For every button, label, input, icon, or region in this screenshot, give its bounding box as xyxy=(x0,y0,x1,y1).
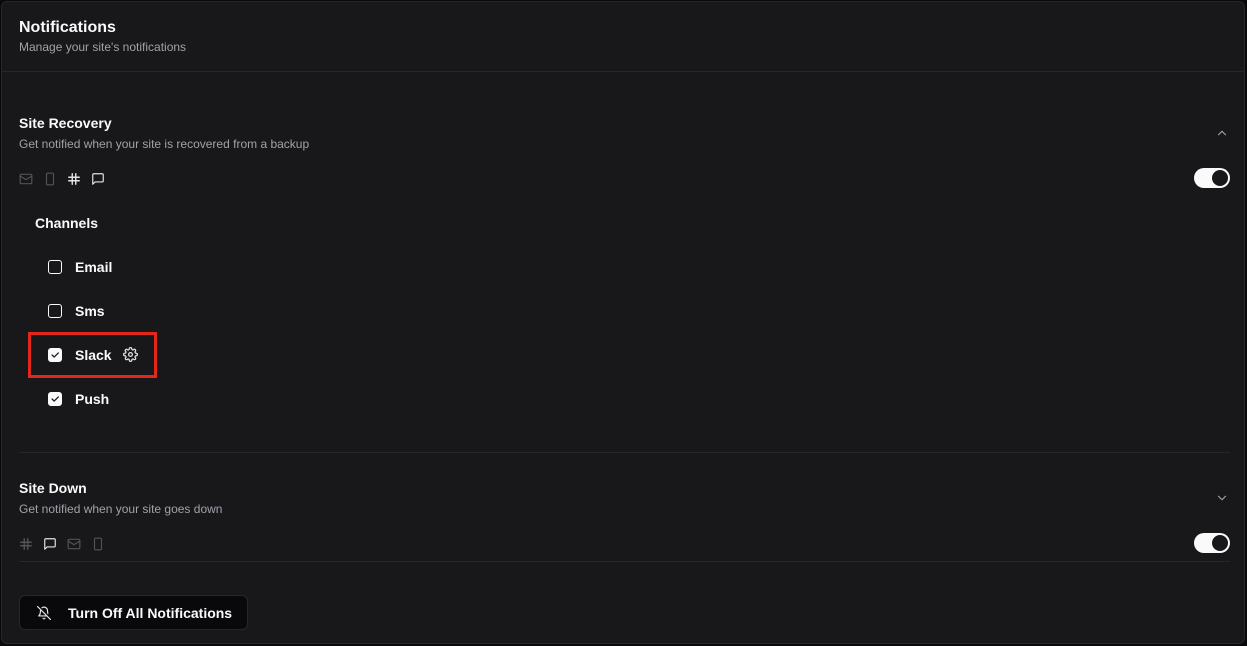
slack-icon xyxy=(67,172,81,186)
message-icon xyxy=(91,172,105,186)
phone-icon xyxy=(43,172,57,186)
sms-checkbox[interactable] xyxy=(48,304,62,318)
section-divider xyxy=(19,452,1230,453)
chevron-down-icon[interactable] xyxy=(1215,491,1229,505)
slack-checkbox[interactable] xyxy=(48,348,62,362)
phone-icon xyxy=(91,537,105,551)
chevron-up-icon[interactable] xyxy=(1215,126,1229,140)
toggle-knob xyxy=(1212,535,1228,551)
slack-channel-label: Slack xyxy=(75,347,112,363)
toggle-knob xyxy=(1212,170,1228,186)
section-title-site-down: Site Down xyxy=(19,480,87,496)
turn-off-all-notifications-button[interactable]: Turn Off All Notifications xyxy=(19,595,248,630)
header-divider xyxy=(2,71,1244,72)
email-channel-label: Email xyxy=(75,259,113,275)
section-description-site-down: Get notified when your site goes down xyxy=(19,502,223,516)
page-title: Notifications xyxy=(19,19,116,36)
push-checkbox[interactable] xyxy=(48,392,62,406)
message-icon xyxy=(43,537,57,551)
turn-off-all-notifications-label: Turn Off All Notifications xyxy=(68,605,233,621)
slack-icon xyxy=(19,537,33,551)
channels-label: Channels xyxy=(35,215,99,231)
notifications-panel: Notifications Manage your site's notific… xyxy=(1,1,1245,644)
page-subtitle: Manage your site's notifications xyxy=(19,40,187,54)
section-description-site-recovery: Get notified when your site is recovered… xyxy=(19,137,310,151)
site-down-toggle[interactable] xyxy=(1194,533,1230,553)
site-recovery-toggle[interactable] xyxy=(1194,168,1230,188)
section-title-site-recovery: Site Recovery xyxy=(19,115,112,131)
gear-icon[interactable] xyxy=(123,347,138,362)
sms-channel-label: Sms xyxy=(75,303,105,319)
bell-off-icon xyxy=(37,606,51,620)
push-channel-label: Push xyxy=(75,391,110,407)
section-divider xyxy=(19,561,1230,562)
email-icon xyxy=(19,172,33,186)
email-icon xyxy=(67,537,81,551)
email-checkbox[interactable] xyxy=(48,260,62,274)
